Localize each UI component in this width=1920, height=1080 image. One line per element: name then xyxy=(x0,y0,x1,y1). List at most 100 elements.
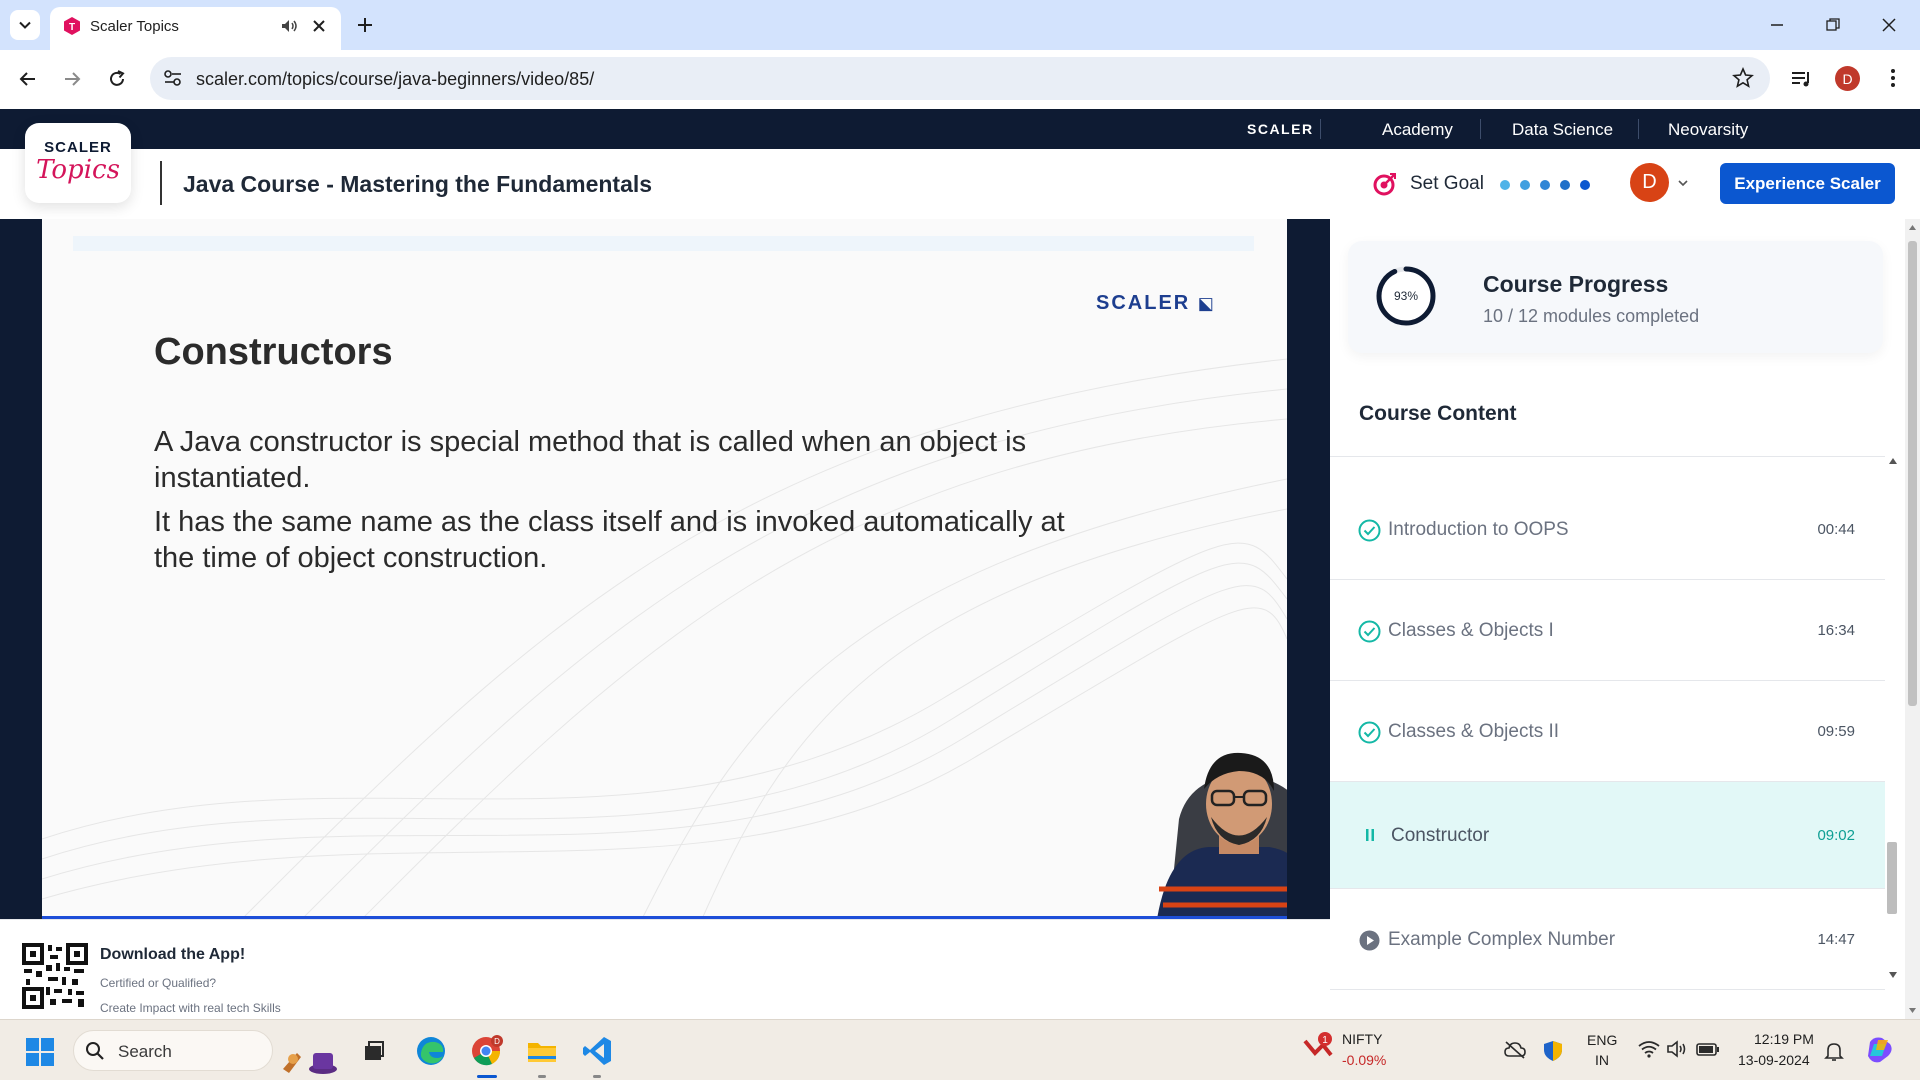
taskbar-edge[interactable] xyxy=(413,1033,449,1069)
lesson-list-scrollbar-thumb[interactable] xyxy=(1887,842,1897,914)
restore-icon xyxy=(1826,18,1840,31)
check-circle-icon xyxy=(1358,519,1381,542)
browser-tab-bar: T Scaler Topics xyxy=(0,0,1920,50)
lesson-title: Classes & Objects II xyxy=(1388,721,1560,742)
lesson-item[interactable]: Introduction to OOPS 00:44 xyxy=(1330,479,1885,580)
lesson-duration: 14:47 xyxy=(1817,931,1855,948)
taskbar-task-view[interactable] xyxy=(356,1033,392,1069)
nav-item-academy[interactable]: Academy xyxy=(1382,120,1453,140)
lesson-item[interactable]: Classes & Objects II 09:59 xyxy=(1330,681,1885,782)
search-highlight-art-icon xyxy=(283,1053,337,1074)
app-banner-subtitle: Certified or Qualified? xyxy=(100,976,217,990)
input-language[interactable]: ENG xyxy=(1587,1032,1617,1048)
app-banner-title[interactable]: Download the App! xyxy=(100,946,245,964)
target-icon[interactable] xyxy=(1372,171,1398,197)
taskbar-file-explorer[interactable] xyxy=(524,1033,560,1069)
battery-icon[interactable] xyxy=(1696,1040,1720,1058)
search-icon xyxy=(86,1042,104,1060)
wifi-icon[interactable] xyxy=(1638,1040,1660,1058)
taskbar-chrome[interactable]: D xyxy=(469,1033,505,1069)
lesson-title: Classes & Objects I xyxy=(1388,620,1554,641)
more-vertical-icon[interactable] xyxy=(1882,67,1904,89)
cloud-offline-icon[interactable] xyxy=(1503,1040,1527,1060)
chrome-browser-icon: D xyxy=(472,1035,503,1066)
scroll-up-arrow-icon[interactable] xyxy=(1905,221,1920,235)
minimize-button[interactable] xyxy=(1764,12,1790,38)
reload-icon xyxy=(110,70,125,86)
scaler-topics-logo[interactable]: SCALER Topics xyxy=(25,123,131,203)
speaker-icon[interactable] xyxy=(279,16,299,36)
security-shield-icon[interactable] xyxy=(1543,1040,1563,1062)
lesson-item-active[interactable]: Constructor 09:02 xyxy=(1330,782,1885,889)
site-settings-icon[interactable] xyxy=(162,67,184,89)
lesson-duration: 00:44 xyxy=(1817,521,1855,538)
slide-top-bar xyxy=(73,236,1254,251)
star-icon[interactable] xyxy=(1732,67,1754,89)
tab-search-button[interactable] xyxy=(10,10,40,40)
chevron-down-icon[interactable] xyxy=(1676,176,1690,190)
stock-market-icon[interactable]: 1 xyxy=(1301,1031,1335,1063)
video-player[interactable]: SCALER ⬕ Constructors A Java constructor… xyxy=(0,219,1330,919)
restore-button[interactable] xyxy=(1820,12,1846,38)
arrow-left-icon xyxy=(19,72,35,86)
taskbar-search-box[interactable]: Search xyxy=(73,1030,337,1074)
bell-icon[interactable] xyxy=(1824,1040,1844,1062)
minimize-icon xyxy=(1771,24,1783,26)
site-top-nav: SCALER Academy Data Science Neovarsity xyxy=(0,109,1920,149)
set-goal-link[interactable]: Set Goal xyxy=(1410,173,1484,195)
app-banner-subtitle: Create Impact with real tech Skills xyxy=(100,1001,281,1015)
task-view-icon xyxy=(365,1041,384,1060)
forward-button[interactable] xyxy=(57,64,87,94)
lesson-item[interactable]: Classes & Objects I 16:34 xyxy=(1330,580,1885,681)
slide-brand-text: SCALER xyxy=(1096,292,1191,314)
chevron-down-icon xyxy=(19,21,31,29)
search-placeholder: Search xyxy=(118,1042,172,1061)
volume-icon[interactable] xyxy=(1666,1040,1688,1058)
experience-scaler-button[interactable]: Experience Scaler xyxy=(1720,163,1895,204)
reload-button[interactable] xyxy=(102,64,132,94)
lesson-title: Constructor xyxy=(1391,825,1490,846)
media-controls-icon[interactable] xyxy=(1789,67,1813,91)
scaler-favicon-icon: T xyxy=(64,17,80,35)
slide-paragraph: It has the same name as the class itself… xyxy=(154,506,1065,574)
logo-line-2: Topics xyxy=(36,155,120,185)
copilot-icon[interactable] xyxy=(1864,1034,1896,1066)
address-bar[interactable]: scaler.com/topics/course/java-beginners/… xyxy=(150,57,1770,100)
nav-item-data-science[interactable]: Data Science xyxy=(1512,120,1613,140)
course-title: Java Course - Mastering the Fundamentals xyxy=(183,171,653,197)
close-icon[interactable] xyxy=(309,16,329,36)
taskbar-vscode[interactable] xyxy=(579,1033,615,1069)
back-button[interactable] xyxy=(13,64,43,94)
browser-tab[interactable]: T Scaler Topics xyxy=(50,7,341,50)
check-circle-icon xyxy=(1358,620,1381,643)
new-tab-button[interactable] xyxy=(352,12,378,38)
progress-subtitle: 10 / 12 modules completed xyxy=(1483,306,1700,326)
lesson-duration: 09:02 xyxy=(1817,827,1855,844)
clock-time[interactable]: 12:19 PM xyxy=(1754,1031,1814,1047)
window-close-button[interactable] xyxy=(1876,12,1902,38)
url-text: scaler.com/topics/course/java-beginners/… xyxy=(196,69,595,89)
scaler-nav-logo[interactable]: SCALER xyxy=(1247,121,1314,137)
tab-title: Scaler Topics xyxy=(90,18,179,35)
stock-ticker-name[interactable]: NIFTY xyxy=(1342,1031,1382,1047)
page-scrollbar[interactable] xyxy=(1905,219,1920,1019)
app-running-indicator xyxy=(538,1075,546,1078)
windows-start-icon[interactable] xyxy=(25,1037,55,1067)
lesson-duration: 16:34 xyxy=(1817,622,1855,639)
user-avatar[interactable]: D xyxy=(1630,163,1669,202)
goal-progress-dot xyxy=(1580,180,1590,190)
slide-title: Constructors xyxy=(154,331,393,373)
scroll-down-arrow-icon[interactable] xyxy=(1888,971,1898,979)
profile-avatar[interactable]: D xyxy=(1835,66,1860,91)
windows-taskbar: Search D 1 NIFTY -0.09% ENG IN 12:19 PM … xyxy=(0,1019,1920,1080)
goal-progress-dot xyxy=(1500,180,1510,190)
scroll-down-arrow-icon[interactable] xyxy=(1905,1003,1920,1017)
lecture-slide: SCALER ⬕ Constructors A Java constructor… xyxy=(42,219,1287,919)
lesson-item[interactable]: Example Complex Number 14:47 xyxy=(1330,889,1885,990)
progress-percent-label: 93% xyxy=(1394,289,1418,303)
header-divider xyxy=(160,161,162,205)
clock-date[interactable]: 13-09-2024 xyxy=(1738,1052,1810,1068)
page-scrollbar-thumb[interactable] xyxy=(1908,241,1917,706)
scroll-up-arrow-icon[interactable] xyxy=(1888,457,1898,465)
nav-item-neovarsity[interactable]: Neovarsity xyxy=(1668,120,1748,140)
